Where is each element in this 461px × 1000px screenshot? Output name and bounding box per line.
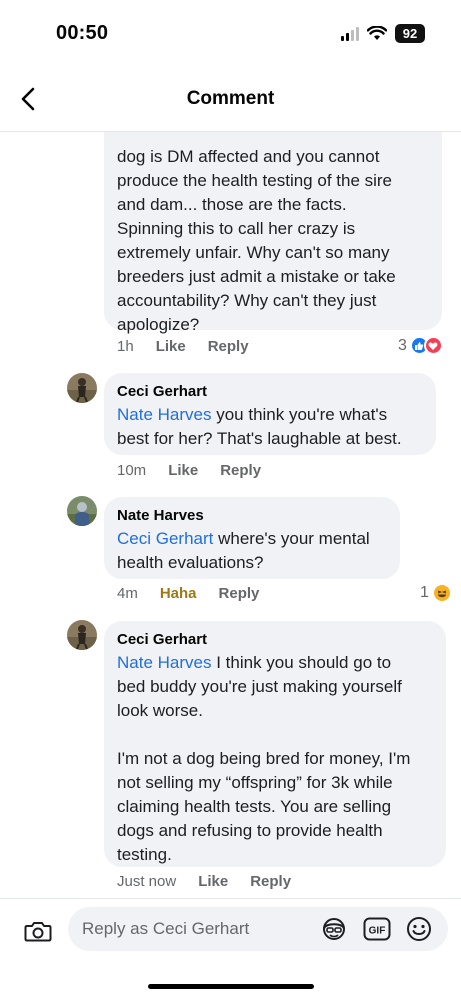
- comment-bubble: Nate Harves Ceci Gerhart where's your me…: [104, 497, 400, 579]
- reply-button[interactable]: Reply: [219, 585, 260, 602]
- clock: 00:50: [56, 22, 109, 44]
- avatar[interactable]: [67, 620, 97, 650]
- status-bar: 00:50 92: [0, 0, 461, 66]
- haha-reaction-button[interactable]: Haha: [160, 585, 197, 602]
- like-button[interactable]: Like: [168, 462, 198, 479]
- avatar[interactable]: [67, 373, 97, 403]
- comment-thread[interactable]: dog is DM affected and you cannot produc…: [0, 132, 461, 898]
- comment-time: 1h: [117, 338, 134, 355]
- camera-icon[interactable]: [24, 919, 52, 943]
- reply-placeholder: Reply as Ceci Gerhart: [82, 919, 250, 938]
- comment-time: 4m: [117, 585, 138, 602]
- comment-text-line: and dam... those are the facts.: [117, 195, 347, 214]
- comment-text-line: testing.: [117, 845, 172, 864]
- comment-text-line: apologize?: [117, 315, 200, 334]
- comment-bubble: Ceci Gerhart Nate Harves you think you'r…: [104, 373, 436, 455]
- comment-text: you think you're what's: [211, 405, 388, 424]
- emoji-icon[interactable]: [406, 916, 432, 942]
- svg-text:GIF: GIF: [369, 926, 386, 937]
- comment-text-line: I'm not a dog being bred for money, I'm: [117, 749, 411, 768]
- reaction-summary[interactable]: 1: [420, 583, 452, 603]
- comment-text: where's your mental: [213, 529, 370, 548]
- home-indicator[interactable]: [148, 984, 314, 989]
- comment-actions: Just now Like Reply: [117, 873, 291, 890]
- comment-text-line: bed buddy you're just making yourself: [117, 677, 402, 696]
- comment-text-line: look worse.: [117, 701, 203, 720]
- reply-button[interactable]: Reply: [250, 873, 291, 890]
- reply-button[interactable]: Reply: [208, 338, 249, 355]
- love-reaction-icon: [423, 336, 443, 355]
- mention-link[interactable]: Nate Harves: [117, 405, 211, 424]
- comment-actions: 4m Haha Reply: [117, 585, 259, 602]
- comment-text-line: not selling my “offspring” for 3k while: [117, 773, 393, 792]
- avatar-sticker-icon[interactable]: [320, 916, 348, 942]
- reply-composer: Reply as Ceci Gerhart GIF: [0, 898, 461, 960]
- comment-bubble: dog is DM affected and you cannot produc…: [104, 132, 442, 334]
- comment-text-line: claiming health tests. You are selling: [117, 797, 392, 816]
- reply-button[interactable]: Reply: [220, 462, 261, 479]
- comment-text-line: extremely unfair. Why can't so many: [117, 243, 390, 262]
- reaction-count: 1: [420, 584, 429, 601]
- wifi-icon: [367, 26, 387, 40]
- comment-time: 10m: [117, 462, 147, 479]
- avatar[interactable]: [67, 496, 97, 526]
- haha-reaction-icon: [431, 583, 452, 603]
- comment-text-line: produce the health testing of the sire: [117, 171, 393, 190]
- reply-input[interactable]: Reply as Ceci Gerhart GIF: [68, 907, 448, 951]
- comment-text-line: Spinning this to call her crazy is: [117, 219, 356, 238]
- like-button[interactable]: Like: [198, 873, 228, 890]
- reaction-count: 3: [398, 336, 407, 354]
- comment-actions: 1h Like Reply: [117, 338, 249, 355]
- comment-text-line: [117, 723, 433, 747]
- comment-actions: 10m Like Reply: [117, 462, 261, 479]
- comment-text-line: accountability? Why can't they just: [117, 291, 377, 310]
- signal-icon: [341, 26, 359, 41]
- comment-time: Just now: [117, 873, 177, 890]
- mention-link[interactable]: Ceci Gerhart: [117, 529, 213, 548]
- comment-author[interactable]: Ceci Gerhart: [117, 629, 433, 651]
- header: Comment: [0, 66, 461, 132]
- reaction-summary[interactable]: 3: [398, 336, 443, 355]
- comment-text-line: best for her? That's laughable at best.: [117, 429, 402, 448]
- battery-indicator: 92: [395, 24, 425, 43]
- comment-text-line: health evaluations?: [117, 553, 264, 572]
- like-button[interactable]: Like: [156, 338, 186, 355]
- comment-text-line: breeders just admit a mistake or take: [117, 267, 396, 286]
- status-icons: 92: [341, 24, 425, 43]
- comment-text-line: dog is DM affected and you cannot: [117, 147, 380, 166]
- comment-bubble: Ceci Gerhart Nate Harves I think you sho…: [104, 621, 446, 867]
- gif-icon[interactable]: GIF: [363, 917, 391, 941]
- comment-author[interactable]: Ceci Gerhart: [117, 381, 423, 403]
- mention-link[interactable]: Nate Harves: [117, 653, 211, 672]
- comment-text-line: dogs and refusing to provide health: [117, 821, 383, 840]
- comment-text: I think you should go to: [211, 653, 392, 672]
- page-title: Comment: [186, 88, 275, 109]
- comment-author[interactable]: Nate Harves: [117, 505, 387, 527]
